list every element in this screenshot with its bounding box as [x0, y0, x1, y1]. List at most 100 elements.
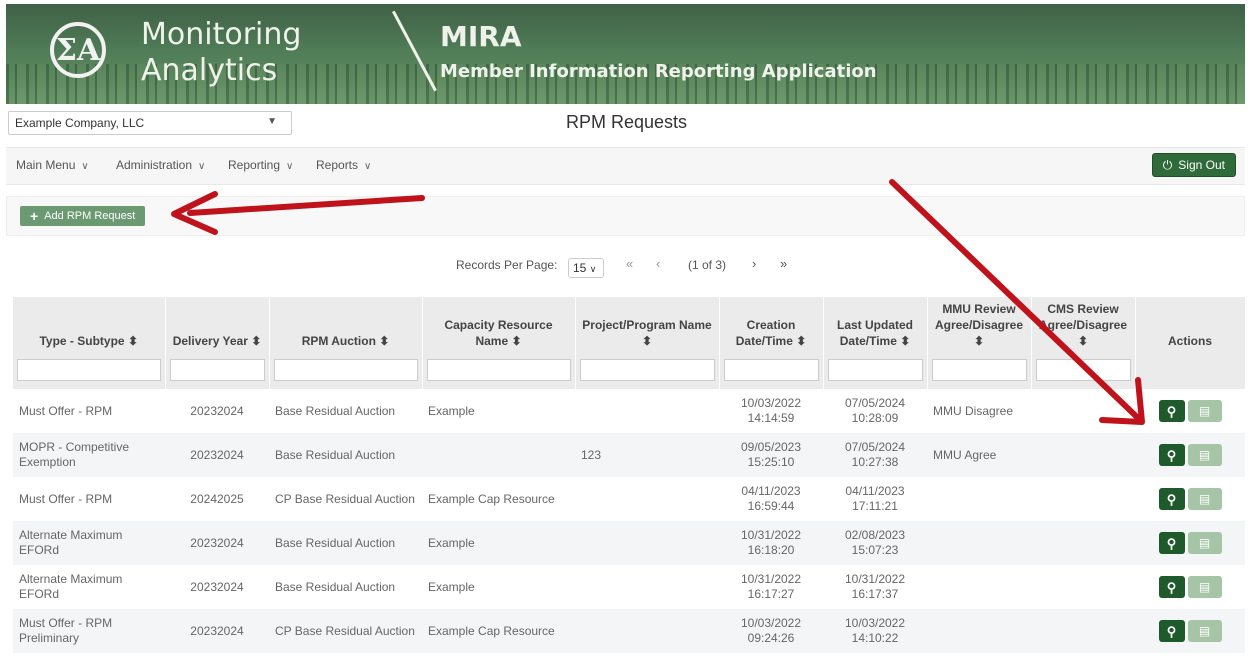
view-button[interactable]: ⚲ — [1158, 488, 1185, 510]
menu-reports[interactable]: Reports ∨ — [316, 158, 371, 172]
last-page-button[interactable]: » — [780, 256, 787, 271]
cell-resource — [422, 433, 575, 477]
cell-actions: ⚲ ▤ — [1135, 565, 1245, 609]
filter-capacity-resource-input[interactable] — [426, 359, 571, 381]
col-mmu-review[interactable]: MMU Review Agree/Disagree ⬍ — [927, 297, 1032, 389]
filter-delivery-year-input[interactable] — [169, 359, 265, 381]
creation-date: 10/03/2022 — [740, 616, 802, 630]
updated-time: 14:10:22 — [851, 631, 899, 645]
filter-creation-date-input[interactable] — [723, 359, 819, 381]
cell-type: Alternate Maximum EFORd — [13, 521, 165, 565]
header-label: MMU Review Agree/Disagree ⬍ — [934, 302, 1024, 348]
sign-out-button[interactable]: ⏻ Sign Out — [1151, 153, 1236, 177]
delete-button[interactable]: ▤ — [1187, 444, 1222, 466]
table-row[interactable]: Must Offer - RPM 20242025 CP Base Residual… — [13, 477, 1245, 521]
action-toolbar: + Add RPM Request — [6, 196, 1245, 236]
page-title: RPM Requests — [566, 112, 688, 132]
col-project-program[interactable]: Project/Program Name ⬍ — [575, 297, 720, 389]
cell-project — [575, 565, 719, 609]
table-row[interactable]: Must Offer - RPM Preliminary 20232024 CP B… — [13, 609, 1245, 653]
rpm-requests-table: Type - Subtype ⬍ Delivery Year ⬍ RPM Auc… — [13, 297, 1246, 653]
filter-cms-review-input[interactable] — [1035, 359, 1131, 381]
filter-type-subtype-input[interactable] — [17, 359, 161, 381]
col-type-subtype[interactable]: Type - Subtype ⬍ — [13, 297, 166, 389]
header-banner: ΣA Monitoring Analytics MIRA Member Info… — [6, 4, 1245, 104]
table-row[interactable]: Alternate Maximum EFORd 20232024 Base Resi… — [13, 565, 1245, 609]
table-row[interactable]: Alternate Maximum EFORd 20232024 Base Resi… — [13, 521, 1245, 565]
filter-last-updated-input[interactable] — [827, 359, 923, 381]
cell-delivery-year: 20232024 — [165, 609, 269, 653]
brand-name-line2: Analytics — [141, 53, 278, 88]
company-select[interactable]: Example Company, LLC ▼ — [8, 111, 292, 135]
delete-button[interactable]: ▤ — [1187, 488, 1222, 510]
col-cms-review[interactable]: CMS Review Agree/Disagree ⬍ — [1031, 297, 1136, 389]
cell-cms-review — [1031, 433, 1135, 477]
updated-time: 15:07:23 — [851, 543, 899, 557]
cell-auction: CP Base Residual Auction — [275, 491, 415, 506]
cell-updated: 10/31/2022 16:17:37 — [823, 565, 927, 609]
cell-updated: 10/03/2022 14:10:22 — [823, 609, 927, 653]
updated-time: 16:17:37 — [851, 587, 899, 601]
next-page-button[interactable]: › — [752, 256, 756, 271]
first-page-button[interactable]: « — [626, 256, 633, 271]
col-creation-date[interactable]: Creation Date/Time ⬍ — [719, 297, 824, 389]
search-icon: ⚲ — [1166, 623, 1177, 639]
cell-creation: 10/03/2022 09:24:26 — [719, 609, 823, 653]
updated-date: 07/05/2024 — [844, 396, 906, 410]
col-last-updated[interactable]: Last Updated Date/Time ⬍ — [823, 297, 928, 389]
trash-icon: ▤ — [1198, 403, 1211, 418]
header-label: Delivery Year ⬍ — [172, 334, 262, 348]
cell-actions: ⚲ ▤ — [1135, 477, 1245, 521]
chevron-down-icon: ∨ — [81, 161, 89, 172]
cell-project — [575, 389, 719, 433]
records-per-page-value: 15 — [573, 261, 587, 275]
cell-resource: Example — [428, 403, 475, 418]
menu-reports-label: Reports — [316, 158, 359, 172]
menu-administration[interactable]: Administration ∨ — [116, 158, 205, 172]
menu-main-menu[interactable]: Main Menu ∨ — [16, 158, 89, 172]
cell-updated: 07/05/2024 10:28:09 — [823, 389, 927, 433]
col-rpm-auction[interactable]: RPM Auction ⬍ — [269, 297, 423, 389]
filter-project-program-input[interactable] — [579, 359, 715, 381]
cell-delivery-year: 20232024 — [165, 433, 269, 477]
table-row[interactable]: Must Offer - RPM 20232024 Base Residual Au… — [13, 389, 1245, 433]
cell-mmu-review: MMU Disagree — [933, 403, 1014, 418]
creation-time: 16:17:27 — [747, 587, 795, 601]
filter-mmu-review-input[interactable] — [931, 359, 1027, 381]
add-rpm-request-button[interactable]: + Add RPM Request — [20, 206, 146, 226]
cell-mmu-review — [927, 609, 1031, 653]
delete-button[interactable]: ▤ — [1187, 576, 1222, 598]
app-name: MIRA — [440, 20, 522, 53]
view-button[interactable]: ⚲ — [1158, 444, 1185, 466]
records-per-page-select[interactable]: 15 ∨ — [568, 258, 604, 278]
cell-creation: 04/11/2023 16:59:44 — [719, 477, 823, 521]
prev-page-button[interactable]: ‹ — [656, 256, 660, 271]
cell-updated: 07/05/2024 10:27:38 — [823, 433, 927, 477]
cell-project: 123 — [575, 433, 719, 477]
view-button[interactable]: ⚲ — [1158, 576, 1185, 598]
table-row[interactable]: MOPR - Competitive Exemption 20232024 Base… — [13, 433, 1245, 477]
menu-reporting[interactable]: Reporting ∨ — [228, 158, 293, 172]
cell-updated: 04/11/2023 17:11:21 — [823, 477, 927, 521]
search-icon: ⚲ — [1166, 535, 1177, 551]
view-button[interactable]: ⚲ — [1158, 620, 1185, 642]
updated-date: 07/05/2024 — [844, 440, 906, 454]
cell-resource: Example Cap Resource — [428, 491, 555, 506]
delete-button[interactable]: ▤ — [1187, 400, 1222, 422]
trash-icon: ▤ — [1198, 447, 1211, 462]
filter-rpm-auction-input[interactable] — [273, 359, 418, 381]
delete-button[interactable]: ▤ — [1187, 620, 1222, 642]
updated-date: 04/11/2023 — [845, 484, 905, 498]
delete-button[interactable]: ▤ — [1187, 532, 1222, 554]
view-button[interactable]: ⚲ — [1158, 400, 1185, 422]
cell-project — [575, 609, 719, 653]
col-capacity-resource[interactable]: Capacity Resource Name ⬍ — [422, 297, 576, 389]
col-delivery-year[interactable]: Delivery Year ⬍ — [165, 297, 270, 389]
creation-date: 10/03/2022 — [740, 396, 802, 410]
cell-type: Alternate Maximum EFORd — [19, 572, 123, 601]
view-button[interactable]: ⚲ — [1158, 532, 1185, 554]
trash-icon: ▤ — [1198, 535, 1211, 550]
plus-icon: + — [30, 208, 39, 224]
chevron-down-icon: ∨ — [364, 161, 372, 172]
cell-creation: 10/03/2022 14:14:59 — [719, 389, 823, 433]
